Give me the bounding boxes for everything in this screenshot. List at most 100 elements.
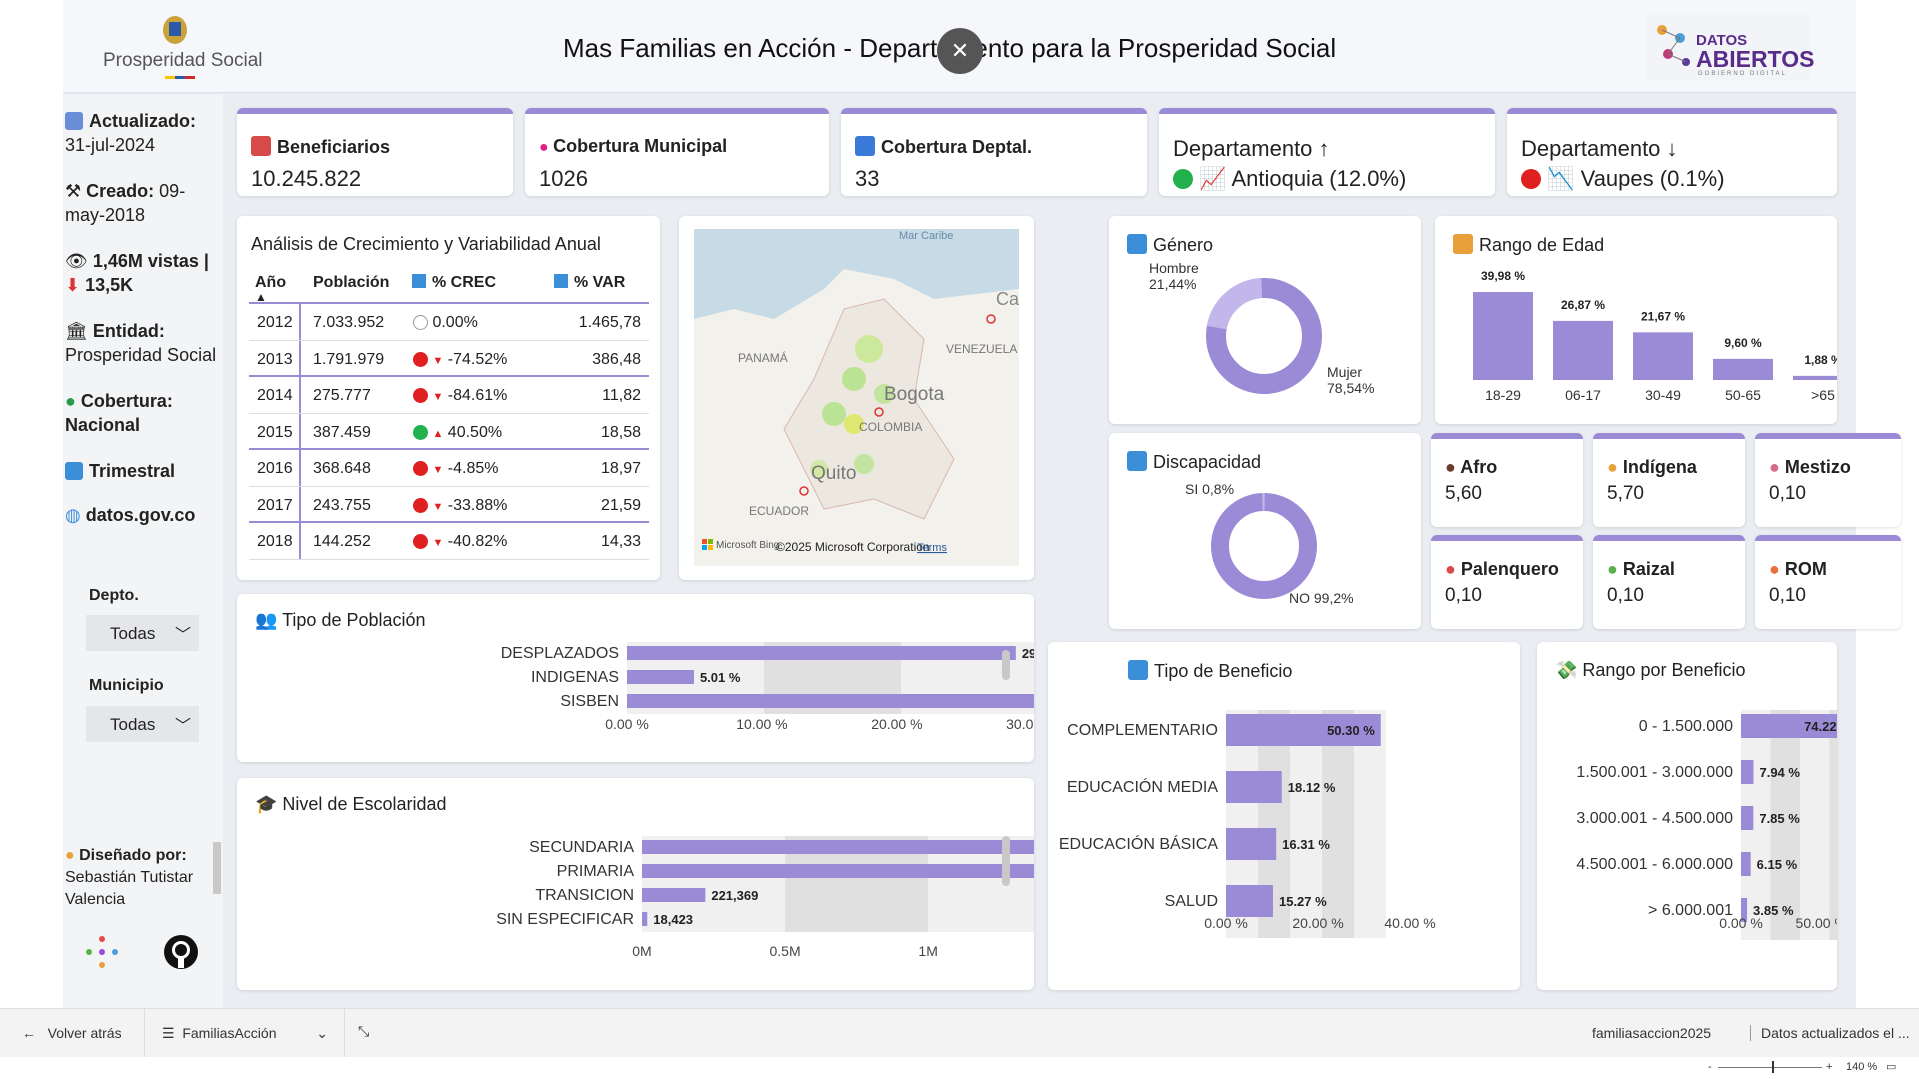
map-brand: Microsoft Bing — [716, 540, 779, 551]
web-icon: ◍ — [65, 505, 86, 525]
back-button[interactable]: ← Volver atrás — [22, 1025, 122, 1041]
report-header: Prosperidad Social Mas Familias en Acció… — [63, 0, 1856, 93]
collapse-icon[interactable]: ⤡ — [358, 1023, 369, 1040]
download-icon: ⬇ — [65, 275, 86, 295]
bar — [627, 694, 1034, 708]
category-label: TRANSICION — [535, 887, 634, 904]
status-dot-red — [1521, 169, 1541, 189]
x-tick-label: 10.00 % — [736, 716, 787, 732]
people-icon: ● — [1769, 457, 1785, 477]
map-label-venezuela: VENEZUELA — [946, 342, 1017, 356]
education-level-card: 🎓 Nivel de Escolaridad SECUNDARIA1,809,3… — [237, 778, 1034, 990]
filter-municipio-label: Municipio — [89, 677, 164, 694]
house-icon — [251, 136, 271, 156]
trend-up-icon: 📈 — [1199, 166, 1227, 191]
github-icon[interactable] — [163, 934, 199, 970]
map-label-panama: PANAMÁ — [738, 350, 788, 365]
report-name: familiasaccion2025 — [1592, 1025, 1712, 1041]
ethnic-card-5: ● ROM 0,10 — [1755, 535, 1901, 629]
close-overlay-button[interactable]: ✕ — [937, 28, 983, 74]
logo-text: Prosperidad Social — [103, 50, 263, 71]
x-tick-label: 0M — [632, 943, 651, 959]
ethnic-card-4: ● Raizal 0,10 — [1593, 535, 1745, 629]
category-label: 1.500.001 - 3.000.000 — [1576, 764, 1733, 781]
age-bar — [1793, 375, 1837, 380]
coverage-map[interactable]: Mar Caribe Ca PANAMÁ VENEZUELA Bogota CO… — [694, 229, 1019, 566]
age-bar-label: 9,60 % — [1724, 336, 1762, 350]
age-category-label: 18-29 — [1485, 387, 1521, 403]
filter-municipio-dropdown[interactable]: Todas ﹀ — [86, 706, 199, 742]
filter-depto-dropdown[interactable]: Todas ﹀ — [86, 615, 199, 651]
site-link[interactable]: ◍ datos.gov.co — [65, 503, 195, 527]
coat-of-arms-icon — [163, 16, 187, 44]
bar-value-label: 5.01 % — [700, 670, 741, 685]
disability-card: Discapacidad SI 0,8% NO 99,2% — [1109, 433, 1421, 629]
map-label-colombia: COLOMBIA — [859, 420, 922, 434]
population-type-chart: DESPLAZADOS29.09 %INDIGENAS5.01 %SISBEN4… — [501, 642, 1034, 732]
col-header-crec[interactable]: % CREC — [412, 274, 496, 292]
building-icon: 🏛 — [65, 321, 93, 341]
age-bar-label: 39,98 % — [1481, 269, 1525, 283]
globe-icon: ● — [65, 391, 81, 411]
datos-abiertos-logo: DATOS ABIERTOS GOBIERNO DIGITAL — [1646, 14, 1814, 80]
category-label: EDUCACIÓN BÁSICA — [1059, 834, 1218, 853]
bar-value-label: 221,369 — [711, 888, 758, 903]
prosperidad-logo: Prosperidad Social — [103, 10, 262, 82]
kpi-beneficiarios: Beneficiarios 10.245.822 — [237, 108, 513, 196]
age-bar — [1473, 292, 1533, 380]
network-icon[interactable] — [85, 935, 119, 969]
graduation-cap-icon: 🎓 — [255, 794, 283, 814]
zoom-level: 140 % — [1846, 1061, 1878, 1073]
frequency-info: Trimestral — [65, 459, 175, 483]
filter-depto-label: Depto. — [89, 587, 139, 604]
map-attribution: ©2025 Microsoft Corporation — [776, 540, 930, 554]
col-header-var[interactable]: % VAR — [554, 274, 625, 292]
created-info: ⚒ Creado: 09-may-2018 — [65, 181, 186, 225]
map-label-ca: Ca — [996, 289, 1019, 309]
map-label-caribe: Mar Caribe — [899, 230, 953, 242]
pin-icon: ● — [539, 139, 554, 156]
category-label: EDUCACIÓN MEDIA — [1067, 777, 1218, 796]
population-type-card: 👥 Tipo de Población DESPLAZADOS29.09 %IN… — [237, 594, 1034, 762]
age-bar-label: 26,87 % — [1561, 298, 1605, 312]
gender-card: Género Hombre 21,44% Mujer 78,54% — [1109, 216, 1421, 424]
svg-text:SI 0,8%: SI 0,8% — [1185, 481, 1234, 497]
flag-icon: ● — [1769, 559, 1785, 579]
fit-page-icon[interactable]: ▭ — [1886, 1060, 1896, 1073]
category-label: DESPLAZADOS — [501, 645, 619, 662]
age-bar — [1713, 358, 1773, 380]
bar-value-label: 15.27 % — [1279, 894, 1327, 909]
bar — [627, 646, 1016, 660]
map-icon — [855, 136, 875, 156]
age-category-label: 30-49 — [1645, 387, 1681, 403]
mask-icon: ● — [1445, 559, 1461, 579]
bar-value-label: 16.31 % — [1282, 837, 1330, 852]
bar-chart-icon — [1453, 234, 1473, 254]
bar-value-label: 7.85 % — [1759, 811, 1800, 826]
feather-icon: ● — [1607, 457, 1623, 477]
coverage-info: ● Cobertura: Nacional — [65, 391, 173, 435]
kpi-cobertura-deptal: Cobertura Deptal. 33 — [841, 108, 1147, 196]
bar-value-label: 29.09 % — [1022, 646, 1034, 661]
page-selector[interactable]: ☰ FamiliasAcción ⌄ — [162, 1025, 328, 1042]
zoom-in-button[interactable]: + — [1826, 1061, 1832, 1073]
col-header-population[interactable]: Población — [313, 274, 389, 292]
gender-donut-chart: Hombre 21,44% Mujer 78,54% — [1149, 260, 1374, 396]
education-scrollbar[interactable] — [1002, 836, 1010, 886]
zoom-out-button[interactable]: - — [1708, 1061, 1712, 1073]
bar-value-label: 6.15 % — [1757, 857, 1798, 872]
age-category-label: 50-65 — [1725, 387, 1761, 403]
population-scrollbar[interactable] — [1002, 650, 1010, 680]
bar-chart-icon — [1128, 660, 1148, 680]
category-label: PRIMARIA — [557, 863, 635, 880]
education-level-chart: SECUNDARIA1,809,384PRIMARIA1,609,753TRAN… — [496, 836, 1034, 959]
ethnic-card-0: ● Afro 5,60 — [1431, 433, 1583, 527]
category-label: 0 - 1.500.000 — [1639, 718, 1733, 735]
status-dot-green — [1173, 169, 1193, 189]
benefit-range-card: 💸 Rango por Beneficio 0 - 1.500.000 74.22… — [1537, 642, 1837, 990]
tools-icon: ⚒ — [65, 181, 87, 201]
age-bar-label: 1,88 % — [1804, 353, 1837, 367]
zoom-slider-thumb[interactable] — [1772, 1061, 1774, 1073]
x-tick-label: 50.00 % — [1796, 915, 1837, 931]
zoom-slider[interactable] — [1718, 1067, 1822, 1068]
